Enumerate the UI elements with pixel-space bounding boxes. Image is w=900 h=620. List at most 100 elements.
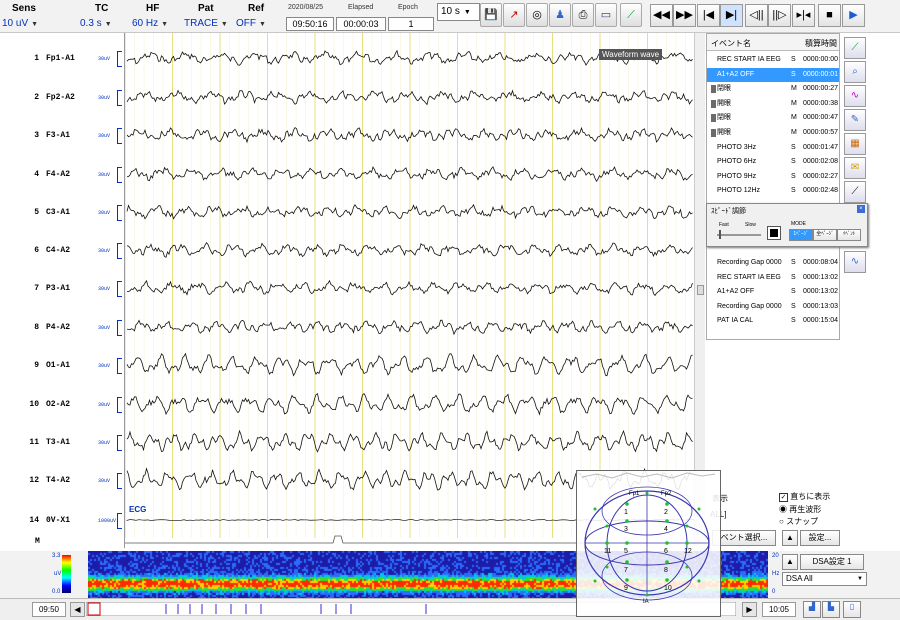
mode-one-page-button[interactable]: 1ﾍﾟｰｼﾞ bbox=[789, 229, 813, 241]
note-icon[interactable]: ✉ bbox=[844, 157, 866, 179]
epoch-display[interactable]: 1 bbox=[388, 17, 434, 31]
channel-name: O2-A2 bbox=[46, 400, 71, 409]
chevron-down-icon: ▼ bbox=[220, 21, 228, 28]
column-chart-icon[interactable]: ▙ bbox=[822, 601, 840, 618]
arrow-up-icon[interactable]: ▲ bbox=[782, 530, 798, 546]
channel-label-8[interactable]: 8 P4-A2 30uV bbox=[0, 320, 124, 337]
step-back-icon[interactable]: |◀ bbox=[697, 4, 720, 27]
rewind-fast-icon[interactable]: ◀◀ bbox=[650, 4, 673, 27]
event-select-button[interactable]: ベント選択... bbox=[712, 530, 776, 546]
event-name: REC START IA EEG bbox=[717, 273, 781, 281]
trend-icon[interactable]: ∿ bbox=[844, 85, 866, 107]
mode-all-pages-button[interactable]: 全ﾍﾟｰｼﾞ bbox=[813, 229, 837, 241]
event-row[interactable]: PHOTO 12Hz S 0000:02:48 bbox=[707, 184, 839, 198]
map-icon[interactable]: ▦ bbox=[844, 133, 866, 155]
stop-icon[interactable]: ■ bbox=[818, 4, 841, 27]
playback-wave-label: 再生波形 bbox=[789, 505, 822, 514]
edit-icon[interactable]: ✎ bbox=[844, 109, 866, 131]
channel-label-11[interactable]: 11 T3-A1 30uV bbox=[0, 435, 124, 452]
toolbar: Sens TC HF Pat Ref 10 uV ▼ 0.3 s ▼ 60 Hz ▼ … bbox=[0, 0, 900, 33]
tc-select[interactable]: 0.3 s ▼ bbox=[80, 17, 130, 30]
channel-scale: 30uV bbox=[98, 56, 111, 62]
dsa-hz-unit: Hz bbox=[772, 571, 780, 577]
channel-label-7[interactable]: 7 P3-A1 30uV bbox=[0, 281, 124, 298]
channel-label-14[interactable]: 14 0V-X1 1000uV bbox=[0, 513, 124, 530]
step-forward-icon[interactable]: ▶| bbox=[720, 4, 743, 27]
waveform-tool-icon[interactable]: ⟋ bbox=[844, 181, 866, 203]
event-row[interactable]: REC START IA EEG S 0000:13:02 bbox=[707, 271, 839, 285]
channel-label-5[interactable]: 5 C3-A1 30uV bbox=[0, 205, 124, 222]
scale-bracket-icon bbox=[117, 435, 122, 451]
forward-fast-icon[interactable]: ▶▶ bbox=[673, 4, 696, 27]
spike-icon[interactable]: ∿ bbox=[844, 251, 866, 273]
scale-bracket-icon bbox=[117, 473, 122, 489]
channel-label-9[interactable]: 9 O1-A1 30uV bbox=[0, 358, 124, 375]
channel-label-6[interactable]: 6 C4-A2 30uV bbox=[0, 243, 124, 260]
print-icon[interactable]: ⎙ bbox=[572, 3, 594, 27]
speed-stop-button[interactable] bbox=[767, 226, 781, 240]
save-icon[interactable]: 💾 bbox=[480, 3, 502, 27]
topo-bottom-label: IA bbox=[643, 599, 649, 605]
hf-select[interactable]: 60 Hz ▼ bbox=[132, 17, 182, 30]
electrode-dot bbox=[665, 560, 669, 564]
montage-on-icon[interactable]: ↗ bbox=[503, 3, 525, 27]
scroll-thumb[interactable] bbox=[697, 285, 704, 295]
speed-slow-label: Slow bbox=[745, 222, 756, 228]
topographic-map[interactable]: 1 2 3 4 5 6 7 8 9 10 11 12 Fp1 Fp2 IA bbox=[576, 470, 721, 617]
dsa-select[interactable]: DSA All ▼ bbox=[782, 572, 867, 586]
channel-scale: 1000uV bbox=[98, 518, 117, 524]
event-row[interactable]: 閉眼 M 0000:00:47 bbox=[707, 111, 839, 125]
immediate-display-checkbox[interactable]: ✓ 直ちに表示 bbox=[779, 491, 830, 502]
event-row[interactable]: 閉眼 M 0000:00:27 bbox=[707, 82, 839, 96]
frame-back-icon[interactable]: ◁|| bbox=[745, 4, 768, 27]
collapse-icon[interactable]: ▸|◂ bbox=[792, 4, 815, 27]
bar-chart-icon[interactable]: ▟ bbox=[803, 601, 821, 618]
phone-icon[interactable]: ▯ bbox=[843, 601, 861, 618]
dsa-setting-button[interactable]: DSA設定 1 bbox=[800, 554, 864, 570]
settings-button[interactable]: 設定... bbox=[800, 530, 840, 546]
event-row[interactable]: Recording Gap 0000 S 0000:13:03 bbox=[707, 300, 839, 314]
chart-icon[interactable]: ⟋ bbox=[620, 3, 642, 27]
channel-label-12[interactable]: 12 T4-A2 30uV bbox=[0, 473, 124, 490]
event-row[interactable]: A1+A2 OFF S 0000:00:01 bbox=[707, 67, 839, 82]
snap-label: スナップ bbox=[786, 517, 819, 526]
target-icon[interactable]: ◎ bbox=[526, 3, 548, 27]
event-row[interactable]: REC START IA EEG S 0000:00:00 bbox=[707, 53, 839, 67]
electrode-dot bbox=[593, 507, 597, 511]
channel-number: 2 bbox=[34, 93, 39, 102]
event-row[interactable]: Recording Gap 0000 S 0000:08:04 bbox=[707, 256, 839, 270]
event-row[interactable]: A1+A2 OFF S 0000:13:02 bbox=[707, 285, 839, 299]
arrow-up-icon[interactable]: ▲ bbox=[782, 554, 798, 570]
event-row[interactable]: 開眼 M 0000:00:57 bbox=[707, 126, 839, 140]
person-icon[interactable]: ♟ bbox=[549, 3, 571, 27]
pat-select[interactable]: TRACE ▼ bbox=[184, 17, 234, 30]
scroll-right-icon[interactable]: ▶ bbox=[742, 602, 757, 617]
event-row[interactable]: PAT IA CAL S 0000:15:04 bbox=[707, 314, 839, 328]
event-name-header[interactable]: イベント名 bbox=[711, 38, 751, 49]
channel-label-1[interactable]: 1 Fp1-A1 30uV bbox=[0, 51, 124, 68]
frame-forward-icon[interactable]: ||▷ bbox=[768, 4, 791, 27]
playback-wave-radio[interactable]: ◉ 再生波形 bbox=[779, 504, 821, 515]
event-row[interactable]: PHOTO 3Hz S 0000:01:47 bbox=[707, 141, 839, 155]
event-row[interactable]: PHOTO 6Hz S 0000:02:08 bbox=[707, 155, 839, 169]
sens-select[interactable]: 10 uV ▼ bbox=[2, 17, 74, 30]
ref-select[interactable]: OFF ▼ bbox=[236, 17, 282, 30]
radio-empty-icon: ○ bbox=[779, 517, 784, 526]
play-icon[interactable]: ▶ bbox=[842, 4, 865, 27]
event-time-header[interactable]: 積算時間 bbox=[805, 38, 837, 49]
speed-slider-handle[interactable] bbox=[719, 230, 721, 239]
channel-label-3[interactable]: 3 F3-A1 30uV bbox=[0, 128, 124, 145]
zoom-graph-icon[interactable]: ⌕ bbox=[844, 61, 866, 83]
monitor-icon[interactable]: ▭ bbox=[595, 3, 617, 27]
speed-slider[interactable] bbox=[717, 234, 761, 236]
graph-icon[interactable]: ⟋ bbox=[844, 37, 866, 59]
channel-name: F3-A1 bbox=[46, 131, 71, 140]
event-row[interactable]: PHOTO 9Hz S 0000:02:27 bbox=[707, 170, 839, 184]
channel-label-10[interactable]: 10 O2-A2 30uV bbox=[0, 397, 124, 414]
scroll-left-icon[interactable]: ◀ bbox=[70, 602, 85, 617]
event-row[interactable]: 開眼 M 0000:00:38 bbox=[707, 97, 839, 111]
channel-label-2[interactable]: 2 Fp2-A2 30uV bbox=[0, 90, 124, 107]
snap-radio[interactable]: ○ スナップ bbox=[779, 516, 818, 527]
channel-label-4[interactable]: 4 F4-A2 30uV bbox=[0, 167, 124, 184]
page-span-select[interactable]: 10 s ▼ bbox=[437, 3, 480, 21]
